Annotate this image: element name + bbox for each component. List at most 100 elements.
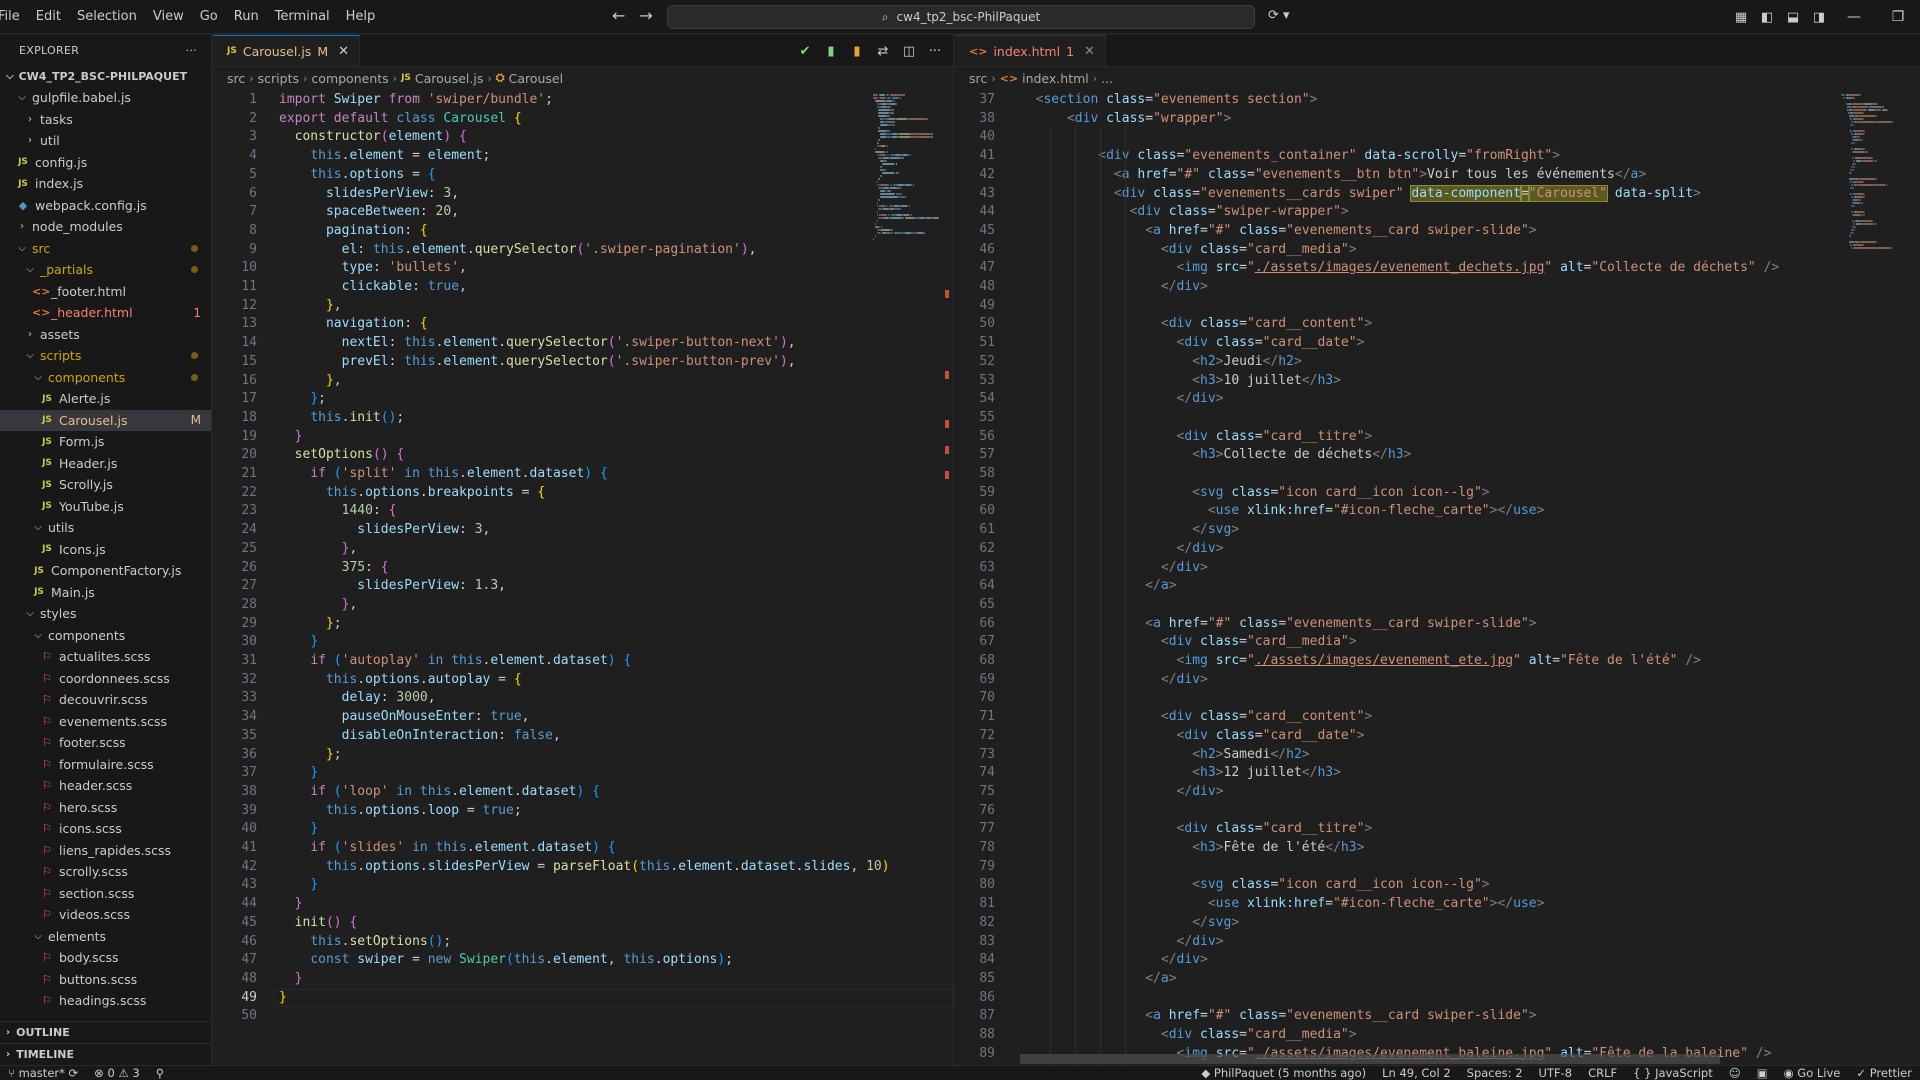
tree-item-formulaire-scss[interactable]: ⚐ formulaire.scss (0, 754, 211, 776)
toggle-panel-icon[interactable]: ⬓ (1780, 0, 1806, 34)
breadcrumb-item[interactable]: src (227, 71, 245, 86)
minimize-icon[interactable]: — (1832, 0, 1876, 34)
compare-changes-icon[interactable]: ⇄ (871, 39, 895, 63)
close-icon[interactable]: ✕ (1084, 44, 1095, 59)
tree-item-components[interactable]: ⌵ components (0, 625, 211, 647)
workspace-folder[interactable]: ⌵ CW4_TP2_BSC-PHILPAQUET (0, 65, 211, 87)
tree-item-form-js[interactable]: JS Form.js (0, 431, 211, 453)
toggle-sidebar-icon[interactable]: ◧ (1754, 0, 1780, 34)
close-icon[interactable]: ✕ (338, 44, 349, 59)
layout-status-icon[interactable]: ▣ (1749, 1066, 1776, 1080)
line-endings[interactable]: CRLF (1580, 1066, 1625, 1080)
tree-item-buttons-scss[interactable]: ⚐ buttons.scss (0, 969, 211, 991)
tree-item-config-js[interactable]: JS config.js (0, 152, 211, 174)
tree-item-alerte-js[interactable]: JS Alerte.js (0, 388, 211, 410)
problems-status[interactable]: ⊗ 0 ⚠ 3 (86, 1066, 148, 1080)
tree-item-elements[interactable]: ⌵ elements (0, 926, 211, 948)
breadcrumb-item[interactable]: scripts (258, 71, 299, 86)
go-live-button[interactable]: ◉ Go Live (1776, 1066, 1849, 1080)
back-arrow-icon[interactable]: ← (612, 6, 625, 25)
check-icon[interactable]: ✔ (793, 39, 817, 63)
encoding[interactable]: UTF-8 (1531, 1066, 1581, 1080)
menu-terminal[interactable]: Terminal (267, 0, 338, 34)
tree-item-actualites-scss[interactable]: ⚐ actualites.scss (0, 646, 211, 668)
tree-item-gulpfile-babel-js[interactable]: ⌵ gulpfile.babel.js (0, 87, 211, 109)
tab-carousel-js[interactable]: JS Carousel.js M ✕ (213, 35, 361, 66)
tree-item-header-js[interactable]: JS Header.js (0, 453, 211, 475)
restore-icon[interactable]: ❐ (1876, 0, 1920, 34)
toggle-secondary-sidebar-icon[interactable]: ◨ (1806, 0, 1832, 34)
tree-item-evenements-scss[interactable]: ⚐ evenements.scss (0, 711, 211, 733)
tree-item-icons-js[interactable]: JS Icons.js (0, 539, 211, 561)
command-center[interactable]: ⌕ cw4_tp2_bsc-PhilPaquet (667, 5, 1255, 29)
tree-item-icons-scss[interactable]: ⚐ icons.scss (0, 818, 211, 840)
indentation[interactable]: Spaces: 2 (1459, 1066, 1531, 1080)
customize-layout-icon[interactable]: ▦ (1728, 0, 1754, 34)
breadcrumb-item[interactable]: Carousel.js (415, 71, 483, 86)
tree-item-utils[interactable]: ⌵ utils (0, 517, 211, 539)
menu-selection[interactable]: Selection (69, 0, 145, 34)
tree-item--header-html[interactable]: <> _header.html 1 (0, 302, 211, 324)
cursor-position[interactable]: Ln 49, Col 2 (1374, 1066, 1459, 1080)
copilot-icon[interactable]: ⟳ ▾ (1268, 8, 1290, 23)
tree-item-componentfactory-js[interactable]: JS ComponentFactory.js (0, 560, 211, 582)
more-actions-icon[interactable]: ··· (186, 44, 197, 57)
tree-item-liens-rapides-scss[interactable]: ⚐ liens_rapides.scss (0, 840, 211, 862)
horizontal-scrollbar[interactable] (1020, 1054, 1720, 1064)
tree-item-node-modules[interactable]: › node_modules (0, 216, 211, 238)
debug-icon[interactable]: ⚲ (148, 1066, 172, 1080)
breadcrumb-item[interactable]: Carousel (509, 71, 564, 86)
tree-item--footer-html[interactable]: <> _footer.html (0, 281, 211, 303)
bookmark-green-icon[interactable]: ▮ (819, 39, 843, 63)
menu-go[interactable]: Go (192, 0, 226, 34)
tree-item-webpack-config-js[interactable]: ◆ webpack.config.js (0, 195, 211, 217)
tree-item-hero-scss[interactable]: ⚐ hero.scss (0, 797, 211, 819)
copilot-status-icon[interactable]: ☺ (1721, 1066, 1749, 1080)
minimap[interactable] (873, 90, 939, 1065)
menu-edit[interactable]: Edit (28, 0, 69, 34)
tree-item-tasks[interactable]: › tasks (0, 109, 211, 131)
outline-panel[interactable]: › OUTLINE (0, 1021, 211, 1043)
tree-item-src[interactable]: ⌵ src (0, 238, 211, 260)
breadcrumb-item[interactable]: index.html (1022, 71, 1089, 86)
minimap[interactable] (1840, 90, 1906, 1065)
tree-item-scrolly-scss[interactable]: ⚐ scrolly.scss (0, 861, 211, 883)
tab-index-html[interactable]: <> index.html 1 ✕ (955, 35, 1106, 66)
tree-item-components[interactable]: ⌵ components (0, 367, 211, 389)
language-mode[interactable]: { } JavaScript (1625, 1066, 1721, 1080)
tree-item-decouvrir-scss[interactable]: ⚐ decouvrir.scss (0, 689, 211, 711)
git-blame[interactable]: ◆ PhilPaquet (5 months ago) (1193, 1066, 1374, 1080)
tree-item-scripts[interactable]: ⌵ scripts (0, 345, 211, 367)
code-editor-right[interactable]: 37 <section class="evenements section"> 3… (955, 90, 1920, 1065)
tree-item-body-scss[interactable]: ⚐ body.scss (0, 947, 211, 969)
split-editor-icon[interactable]: ◫ (897, 39, 921, 63)
menu-view[interactable]: View (145, 0, 192, 34)
branch-status[interactable]: ⑂ master* ⟳ (0, 1066, 86, 1080)
tree-item-main-js[interactable]: JS Main.js (0, 582, 211, 604)
tree-item-headings-scss[interactable]: ⚐ headings.scss (0, 990, 211, 1012)
more-actions-icon[interactable]: ··· (923, 39, 947, 63)
breadcrumb-item[interactable]: src (969, 71, 987, 86)
tree-item-styles[interactable]: ⌵ styles (0, 603, 211, 625)
menu-help[interactable]: Help (338, 0, 384, 34)
vertical-scrollbar[interactable] (939, 90, 953, 1065)
bookmark-orange-icon[interactable]: ▮ (845, 39, 869, 63)
forward-arrow-icon[interactable]: → (639, 6, 652, 25)
tree-item-coordonnees-scss[interactable]: ⚐ coordonnees.scss (0, 668, 211, 690)
code-editor-left[interactable]: 1 import Swiper from 'swiper/bundle'; 2 exp… (213, 90, 953, 1065)
tree-item--partials[interactable]: ⌵ _partials (0, 259, 211, 281)
breadcrumb-item[interactable]: components (311, 71, 388, 86)
tree-item-section-scss[interactable]: ⚐ section.scss (0, 883, 211, 905)
timeline-panel[interactable]: › TIMELINE (0, 1043, 211, 1065)
tree-item-util[interactable]: › util (0, 130, 211, 152)
breadcrumb-item[interactable]: ... (1101, 71, 1113, 86)
tree-item-youtube-js[interactable]: JS YouTube.js (0, 496, 211, 518)
prettier-status[interactable]: ✓ Prettier (1848, 1066, 1920, 1080)
tree-item-index-js[interactable]: JS index.js (0, 173, 211, 195)
tree-item-carousel-js[interactable]: JS Carousel.js M (0, 409, 211, 431)
tree-item-assets[interactable]: › assets (0, 324, 211, 346)
menu-file[interactable]: File (0, 0, 28, 34)
tree-item-footer-scss[interactable]: ⚐ footer.scss (0, 732, 211, 754)
tree-item-header-scss[interactable]: ⚐ header.scss (0, 775, 211, 797)
tree-item-videos-scss[interactable]: ⚐ videos.scss (0, 904, 211, 926)
